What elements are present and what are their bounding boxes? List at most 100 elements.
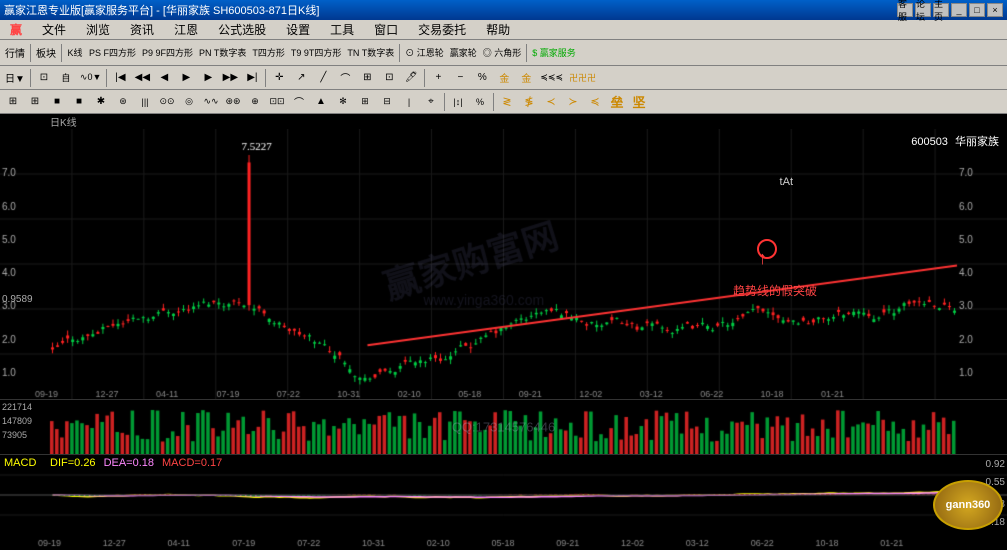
toolbar-auto[interactable]: 自 [55,67,77,89]
toolbar-s14[interactable]: ⌒ [288,91,310,113]
toolbar-tools2[interactable]: ≼≼≼ [537,67,566,89]
toolbar-big-tool4[interactable]: ≻ [562,91,584,113]
toolbar-zoom-out[interactable]: − [449,67,471,89]
toolbar-zoom-in[interactable]: + [427,67,449,89]
toolbar-big-tool7[interactable]: 坚 [628,91,650,113]
toolbar-draw4[interactable]: ⊡ [378,67,400,89]
toolbar-ps-f4[interactable]: PS F四方形 [86,42,139,64]
x-axis-header: 日K线 [0,114,1007,129]
menu-file[interactable]: 文件 [36,19,72,40]
toolbar-big-tool6[interactable]: 垒 [606,91,628,113]
menu-tools[interactable]: 工具 [324,19,360,40]
toolbar-count[interactable]: ∿0▼ [77,67,104,89]
toolbar-gold2[interactable]: 金 [515,67,537,89]
toolbar-tn-t[interactable]: TN T数字表 [344,42,397,64]
macd-y-1: 0.92 [986,459,1005,470]
window-title: 赢家江恩专业版[赢家服务平台] - [华丽家族 SH600503-871日K线] [4,2,319,18]
toolbar-s7[interactable]: ||| [134,91,156,113]
toolbar-win-wheel[interactable]: 赢家轮 [447,42,480,64]
toolbar-draw1[interactable]: ╱ [312,67,334,89]
minimize-btn[interactable]: _ [951,3,967,17]
toolbar-p9-9f[interactable]: P9 9F四方形 [139,42,196,64]
toolbar-hex[interactable]: ◎ 六角形 [480,42,525,64]
toolbar-s5[interactable]: ✱ [90,91,112,113]
toolbar-service[interactable]: $ 赢家服务 [529,42,579,64]
toolbar-refresh[interactable]: ⊡ [33,67,55,89]
menu-news[interactable]: 资讯 [124,19,160,40]
toolbar-draw2[interactable]: ⌒ [334,67,356,89]
toolbar-s6[interactable]: ⊛ [112,91,134,113]
toolbar-day[interactable]: 日▼ [2,67,28,89]
menu-formula[interactable]: 公式选股 [212,19,272,40]
volume-chart: 221714 147809 73905 QQ:17314576446 [0,399,1007,454]
menu-gann[interactable]: 江恩 [168,19,204,40]
volume-canvas[interactable] [0,400,1007,455]
sep9 [444,93,445,111]
toolbar-draw5[interactable]: 🖊 [400,67,422,89]
toolbar-s20[interactable]: ⌖ [420,91,442,113]
toolbar-gold1[interactable]: 金 [493,67,515,89]
toolbar-t4[interactable]: T四方形 [249,42,288,64]
toolbar-big-tool3[interactable]: ≺ [540,91,562,113]
toolbar-s17[interactable]: ⊞ [354,91,376,113]
toolbar-nav-prev[interactable]: ◀ [153,67,175,89]
main-chart-canvas[interactable] [0,129,1007,399]
toolbar-row-1: 行情 板块 K线 PS F四方形 P9 9F四方形 PN T数字表 T四方形 T… [0,40,1007,66]
menu-settings[interactable]: 设置 [280,19,316,40]
sep6 [106,69,107,87]
toolbar-s8[interactable]: ⊙⊙ [156,91,178,113]
toolbar-s16[interactable]: ✻ [332,91,354,113]
toolbar-s11[interactable]: ⊛⊛ [222,91,244,113]
toolbar-t9-9t[interactable]: T9 9T四方形 [288,42,345,64]
toolbar-s9[interactable]: ◎ [178,91,200,113]
toolbar-s19[interactable]: | [398,91,420,113]
toolbar-nav-next[interactable]: ▶ [197,67,219,89]
customer-service-btn[interactable]: 客服 [897,3,913,17]
toolbar-nav-next-page[interactable]: ▶▶ [219,67,241,89]
toolbar-s15[interactable]: ▲ [310,91,332,113]
toolbar-percent[interactable]: % [471,67,493,89]
toolbar-tools3[interactable]: 卍卍卍 [566,67,599,89]
toolbar-nav-first[interactable]: |◀ [109,67,131,89]
toolbar-s18[interactable]: ⊟ [376,91,398,113]
toolbar-s13[interactable]: ⊡⊡ [266,91,288,113]
toolbar-s4[interactable]: ■ [68,91,90,113]
toolbar-s10[interactable]: ∿∿ [200,91,222,113]
toolbar-sector[interactable]: 板块 [33,42,59,64]
toolbar-market[interactable]: 行情 [2,42,28,64]
toolbar-draw3[interactable]: ⊞ [356,67,378,89]
sep8 [424,69,425,87]
toolbar-trend[interactable]: ↗ [290,67,312,89]
stock-info: 600503 华丽家族 [911,133,999,149]
toolbar-percent2[interactable]: % [469,91,491,113]
menu-win[interactable]: 赢 [4,19,28,40]
forum-btn[interactable]: 论坛 [915,3,931,17]
toolbar-big-tool2[interactable]: ≸ [518,91,540,113]
toolbar-kline[interactable]: K线 [64,42,86,64]
home-btn[interactable]: 主页 [933,3,949,17]
close-btn[interactable]: × [987,3,1003,17]
sep3 [399,44,400,62]
toolbar-s3[interactable]: ■ [46,91,68,113]
toolbar-cross[interactable]: ✛ [268,67,290,89]
window-controls[interactable]: 客服 论坛 主页 _ □ × [897,3,1003,17]
toolbar-nav-last[interactable]: ▶| [241,67,263,89]
gann-logo: gann360 [933,480,1003,530]
toolbar-nav-prev-page[interactable]: ◀◀ [131,67,153,89]
toolbar-pn-t[interactable]: PN T数字表 [196,42,249,64]
toolbar-big-tool5[interactable]: ≼ [584,91,606,113]
menu-browse[interactable]: 浏览 [80,19,116,40]
toolbar-s12[interactable]: ⊕ [244,91,266,113]
menu-help[interactable]: 帮助 [480,19,516,40]
toolbar-nav-play[interactable]: ▶ [175,67,197,89]
chart-area: 日K线 600503 华丽家族 tAt 趋势线的假突破 ↑ 221714 147… [0,114,1007,550]
toolbar-kline2[interactable]: |↕| [447,91,469,113]
toolbar-gann-wheel[interactable]: ⊙ 江恩轮 [402,42,447,64]
macd-label: MACD [4,457,36,469]
toolbar-big-tool1[interactable]: ≷ [496,91,518,113]
maximize-btn[interactable]: □ [969,3,985,17]
menu-trade[interactable]: 交易委托 [412,19,472,40]
toolbar-s1[interactable]: ⊞ [2,91,24,113]
toolbar-s2[interactable]: ⊞ [24,91,46,113]
menu-window[interactable]: 窗口 [368,19,404,40]
